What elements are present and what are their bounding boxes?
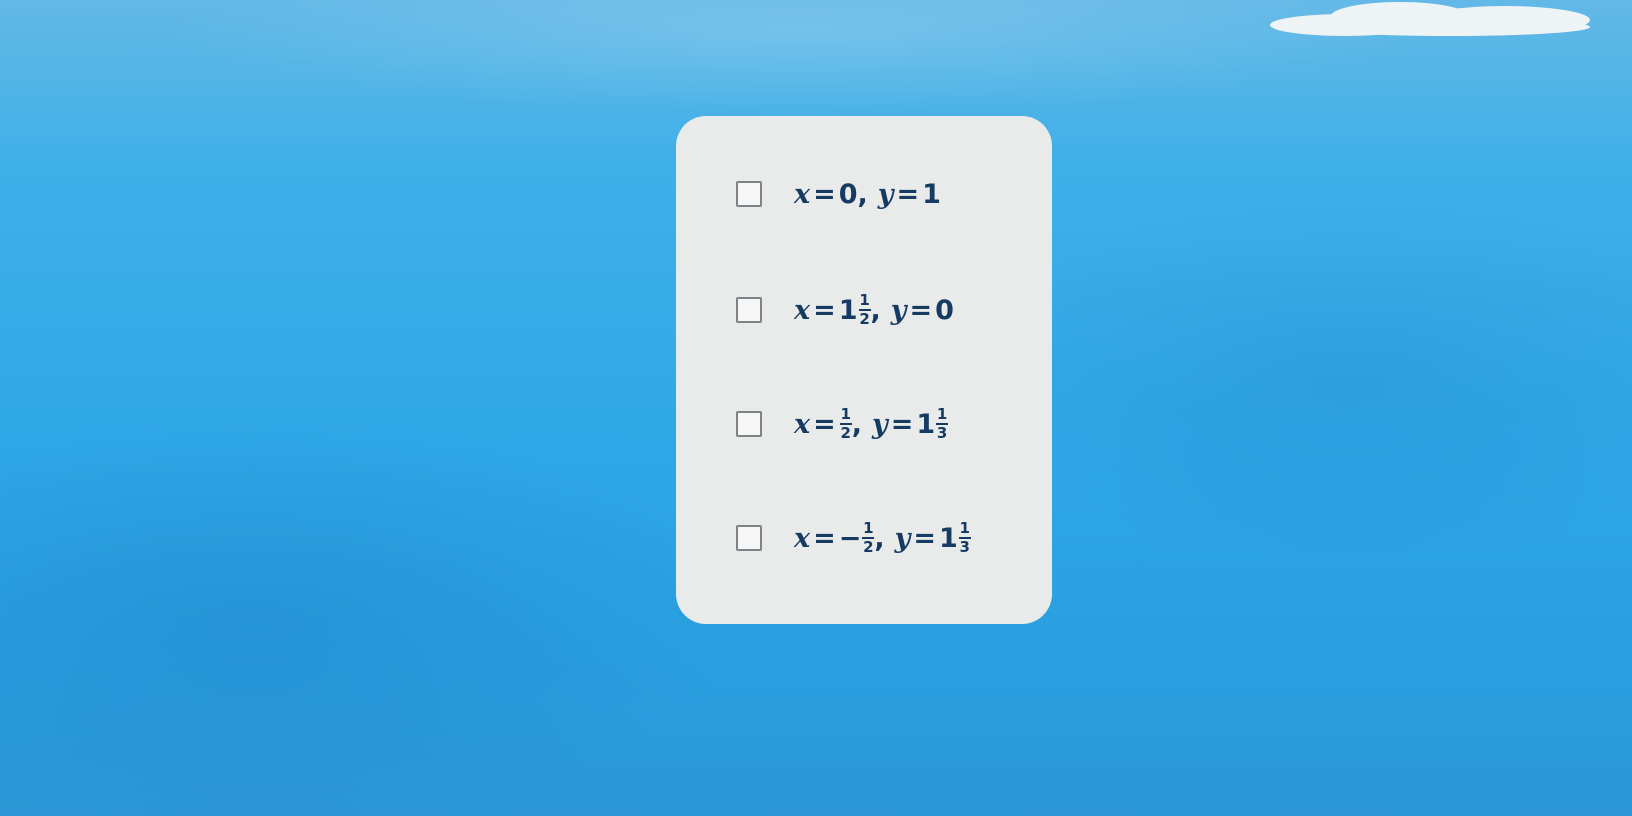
answer-option-4[interactable]: x = − 1 2 , y = 1 1 3 xyxy=(736,516,971,560)
x-variable: x xyxy=(794,178,811,210)
y-variable: y xyxy=(877,178,894,210)
y-variable: y xyxy=(890,294,907,326)
checkbox[interactable] xyxy=(736,297,762,323)
equals-sign: = xyxy=(909,294,933,326)
y-fraction: 1 3 xyxy=(936,405,949,442)
equals-sign: = xyxy=(896,178,920,210)
cloud-decoration xyxy=(1270,0,1610,40)
answer-choices-card: x = 0 , y = 1 x = 1 1 2 , y = 0 x = 1 2 … xyxy=(676,116,1052,624)
x-variable: x xyxy=(794,522,811,554)
x-variable: x xyxy=(794,294,811,326)
equals-sign: = xyxy=(813,408,836,440)
x-fraction: 1 2 xyxy=(858,291,871,328)
y-value: 0 xyxy=(935,294,954,326)
option-expression: x = 1 1 2 , y = 0 xyxy=(794,293,954,327)
comma: , xyxy=(851,408,862,440)
x-denominator: 2 xyxy=(840,424,851,442)
y-variable: y xyxy=(894,522,911,554)
x-variable: x xyxy=(794,408,811,440)
y-denominator: 3 xyxy=(936,424,948,442)
x-denominator: 2 xyxy=(859,310,870,328)
y-value: 1 xyxy=(922,178,941,210)
equals-sign: = xyxy=(913,522,936,554)
option-expression: x = 1 2 , y = 1 1 3 xyxy=(794,405,949,442)
x-fraction: 1 2 xyxy=(839,405,852,442)
x-whole: 1 xyxy=(838,294,858,326)
comma: , xyxy=(874,522,885,554)
option-expression: x = 0 , y = 1 xyxy=(794,179,941,210)
x-denominator: 2 xyxy=(863,538,874,556)
x-numerator: 1 xyxy=(859,291,870,309)
checkbox[interactable] xyxy=(736,181,762,207)
y-denominator: 3 xyxy=(959,538,970,556)
y-whole: 1 xyxy=(938,522,958,554)
option-expression: x = − 1 2 , y = 1 1 3 xyxy=(794,521,971,555)
equals-sign: = xyxy=(813,178,836,210)
y-numerator: 1 xyxy=(959,519,970,537)
answer-option-1[interactable]: x = 0 , y = 1 xyxy=(736,172,941,216)
equals-sign: = xyxy=(890,408,914,440)
equals-sign: = xyxy=(813,294,836,326)
x-value: 0 xyxy=(838,178,858,210)
x-numerator: 1 xyxy=(863,519,874,537)
x-fraction: 1 2 xyxy=(862,519,875,556)
checkbox[interactable] xyxy=(736,525,762,551)
equals-sign: = xyxy=(813,522,836,554)
y-whole: 1 xyxy=(916,408,936,440)
x-numerator: 1 xyxy=(840,405,851,423)
x-sign: − xyxy=(838,522,862,554)
checkbox[interactable] xyxy=(736,411,762,437)
comma: , xyxy=(857,178,868,210)
y-numerator: 1 xyxy=(936,405,948,423)
y-fraction: 1 3 xyxy=(958,519,971,556)
comma: , xyxy=(870,294,881,326)
answer-option-3[interactable]: x = 1 2 , y = 1 1 3 xyxy=(736,402,949,446)
y-variable: y xyxy=(872,408,888,440)
answer-option-2[interactable]: x = 1 1 2 , y = 0 xyxy=(736,288,954,332)
